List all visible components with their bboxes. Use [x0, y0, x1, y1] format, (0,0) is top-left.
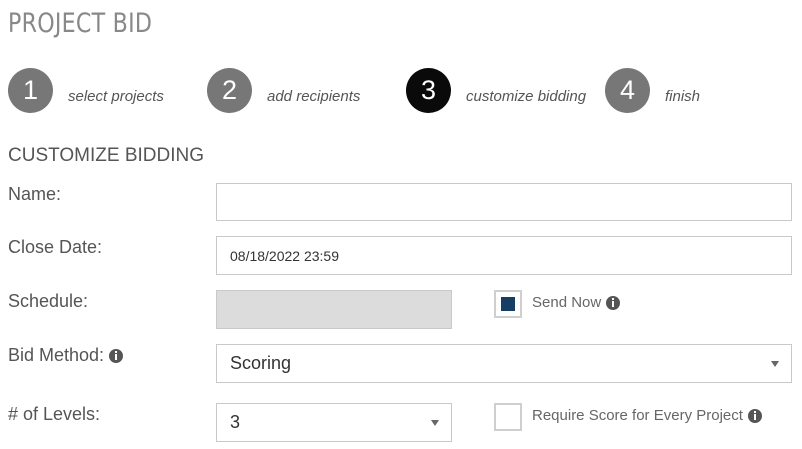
step-number: 3: [406, 68, 451, 113]
info-icon[interactable]: [747, 408, 762, 423]
bid-method-select[interactable]: Scoring: [216, 344, 792, 383]
close-date-label: Close Date:: [8, 237, 103, 257]
require-score-checkbox[interactable]: [494, 403, 522, 431]
bid-method-label-group: Bid Method:: [8, 345, 124, 366]
step-number: 1: [8, 68, 53, 113]
chevron-down-icon: [431, 419, 439, 426]
send-now-option: Send Now: [532, 294, 621, 311]
levels-select[interactable]: 3: [216, 403, 452, 442]
schedule-input: [216, 290, 452, 329]
close-date-input[interactable]: 08/18/2022 23:59: [216, 236, 792, 275]
step-select-projects[interactable]: 1 select projects: [8, 68, 164, 113]
chevron-down-icon: [771, 360, 779, 367]
require-score-label: Require Score for Every Project: [532, 407, 743, 424]
send-now-checkbox[interactable]: [494, 290, 522, 318]
step-label: finish: [665, 88, 701, 105]
schedule-label: Schedule:: [8, 291, 89, 311]
name-label: Name:: [8, 184, 62, 204]
step-number: 4: [605, 68, 650, 113]
levels-label: # of Levels:: [8, 404, 101, 424]
bid-method-label: Bid Method:: [8, 345, 105, 365]
info-icon[interactable]: [606, 295, 621, 310]
step-customize-bidding[interactable]: 3 customize bidding: [406, 68, 586, 113]
step-label: customize bidding: [466, 88, 587, 105]
require-score-option: Require Score for Every Project: [532, 407, 762, 424]
step-number: 2: [207, 68, 252, 113]
step-add-recipients[interactable]: 2 add recipients: [207, 68, 360, 113]
section-title: CUSTOMIZE BIDDING: [8, 145, 204, 166]
step-label: select projects: [68, 88, 164, 105]
step-finish[interactable]: 4 finish: [605, 68, 700, 113]
info-icon[interactable]: [109, 348, 124, 363]
send-now-label: Send Now: [532, 294, 602, 311]
levels-value: 3: [230, 412, 241, 432]
page-title: PROJECT BID: [8, 8, 153, 39]
step-label: add recipients: [267, 88, 361, 105]
name-input[interactable]: [216, 183, 792, 221]
bid-method-value: Scoring: [230, 353, 292, 373]
